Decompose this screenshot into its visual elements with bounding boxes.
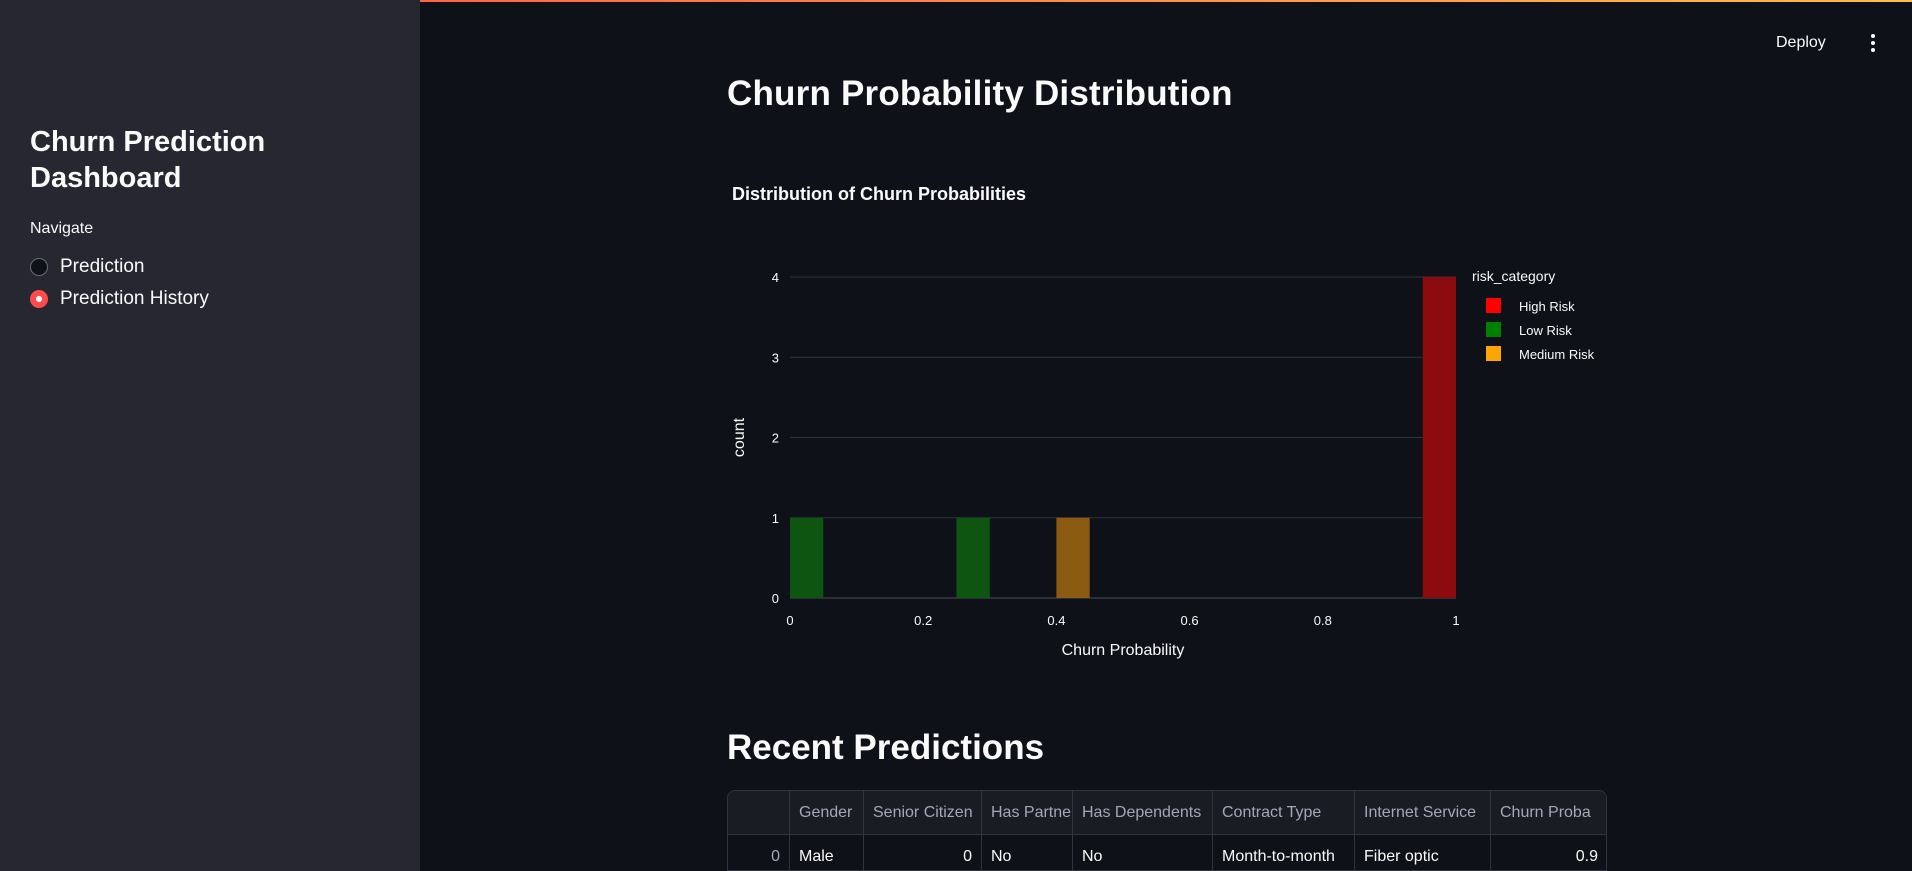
- recent-predictions-title: Recent Predictions: [727, 728, 1045, 767]
- table-cell[interactable]: Fiber optic: [1355, 835, 1491, 870]
- x-tick-label: 0.4: [1047, 613, 1065, 628]
- column-header[interactable]: Has Dependents: [1073, 791, 1213, 834]
- legend-label: High Risk: [1519, 299, 1575, 314]
- column-header[interactable]: Senior Citizen: [864, 791, 982, 834]
- legend-swatch-high-risk: [1486, 298, 1501, 313]
- table-cell[interactable]: 0: [864, 835, 982, 870]
- legend-title: risk_category: [1472, 268, 1555, 284]
- y-tick-label: 3: [772, 350, 779, 365]
- column-header[interactable]: Contract Type: [1213, 791, 1355, 834]
- table-header-row: Gender Senior Citizen Has Partner Has Depen…: [728, 791, 1606, 835]
- x-tick-label: 1: [1452, 613, 1459, 628]
- legend-swatch-low-risk: [1486, 322, 1501, 337]
- histogram-bar-low-risk: [790, 517, 824, 598]
- predictions-table[interactable]: Gender Senior Citizen Has Partner Has Depen…: [727, 790, 1607, 871]
- kebab-menu-icon[interactable]: [1863, 30, 1883, 56]
- deploy-button[interactable]: Deploy: [1770, 30, 1832, 56]
- sidebar-title: Churn Prediction Dashboard: [30, 126, 266, 194]
- x-tick-label: 0.6: [1181, 613, 1199, 628]
- x-axis-label: Churn Probability: [1062, 642, 1185, 659]
- row-index-cell[interactable]: 0: [728, 835, 790, 870]
- table-row[interactable]: 0 Male 0 No No Month-to-month Fiber optic 0.9: [728, 835, 1606, 870]
- table-cell[interactable]: 0.9: [1491, 835, 1606, 870]
- radio-label: Prediction History: [60, 288, 209, 309]
- churn-histogram-chart: Distribution of Churn Probabilities 0 1 2 3 4…: [731, 184, 1595, 659]
- x-tick-label: 0.8: [1314, 613, 1332, 628]
- y-axis-label: count: [731, 417, 748, 457]
- page-title: Churn Probability Distribution: [727, 74, 1233, 113]
- column-header[interactable]: Internet Service: [1355, 791, 1491, 834]
- histogram-bar-high-risk: [1422, 277, 1456, 598]
- radio-label: Prediction: [60, 256, 145, 277]
- legend-label: Medium Risk: [1519, 347, 1595, 362]
- chart-title: Distribution of Churn Probabilities: [732, 184, 1026, 204]
- radio-unselected-icon[interactable]: [30, 258, 48, 276]
- sidebar: Churn Prediction Dashboard Navigate Pred…: [0, 0, 420, 871]
- y-tick-label: 1: [772, 511, 779, 526]
- legend-swatch-medium-risk: [1486, 346, 1501, 361]
- legend-label: Low Risk: [1519, 323, 1572, 338]
- radio-selected-icon[interactable]: [30, 290, 48, 308]
- navigate-label: Navigate: [30, 220, 94, 237]
- table-cell[interactable]: Month-to-month: [1213, 835, 1355, 870]
- column-header[interactable]: Churn Proba: [1491, 791, 1606, 834]
- y-tick-label: 2: [772, 431, 779, 446]
- column-header[interactable]: Gender: [790, 791, 864, 834]
- radio-prediction[interactable]: Prediction: [30, 256, 145, 278]
- histogram-bar-medium-risk: [1056, 517, 1090, 598]
- table-cell[interactable]: No: [982, 835, 1073, 870]
- column-header[interactable]: [728, 791, 790, 834]
- column-header[interactable]: Has Partner: [982, 791, 1073, 834]
- x-tick-label: 0.2: [914, 613, 932, 628]
- table-cell[interactable]: No: [1073, 835, 1213, 870]
- y-tick-label: 4: [772, 270, 779, 285]
- y-tick-label: 0: [772, 591, 779, 606]
- x-tick-label: 0: [786, 613, 793, 628]
- table-cell[interactable]: Male: [790, 835, 864, 870]
- histogram-bar-low-risk: [956, 517, 990, 598]
- radio-prediction-history[interactable]: Prediction History: [30, 288, 209, 310]
